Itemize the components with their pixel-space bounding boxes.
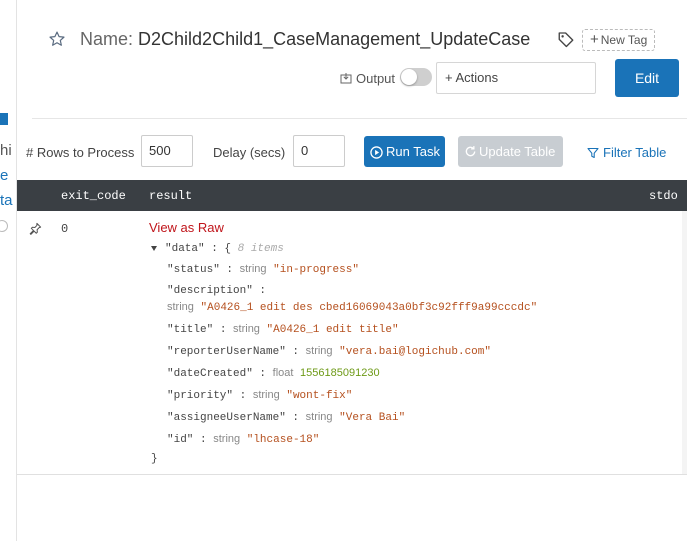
task-name: Name: D2Child2Child1_CaseManagement_Upda… <box>80 29 530 50</box>
column-header-exit-code[interactable]: exit_code <box>61 189 126 203</box>
json-type: string <box>233 323 260 335</box>
actions-dropdown[interactable]: + Actions <box>436 62 596 94</box>
rows-label: # Rows to Process <box>26 145 135 160</box>
toggle-knob <box>401 69 417 85</box>
caret-down-icon[interactable] <box>151 246 157 251</box>
json-key: "status" <box>167 264 220 276</box>
json-key: "dateCreated" <box>167 368 253 380</box>
json-type: string <box>252 389 280 401</box>
output-label: Output <box>356 70 396 86</box>
json-field-continuation: string "A0426_1 edit des cbed16069043a0b… <box>167 301 537 314</box>
filter-table-label: Filter Table <box>603 145 667 160</box>
name-label: Name: <box>80 29 134 49</box>
json-close-brace: } <box>151 453 158 465</box>
new-tag-button[interactable]: + New Tag <box>582 29 656 51</box>
play-icon <box>370 146 383 159</box>
left-nav-strip: hi e ta <box>0 0 17 541</box>
output-control: Output <box>340 68 395 88</box>
scrollbar[interactable] <box>682 211 687 474</box>
json-type: string <box>239 263 267 275</box>
view-as-raw-link[interactable]: View as Raw <box>149 220 224 235</box>
json-value: "vera.bai@logichub.com" <box>339 346 491 358</box>
radio-icon[interactable] <box>0 220 8 232</box>
filter-icon <box>587 147 599 159</box>
delay-input[interactable]: 0 <box>293 135 345 167</box>
tag-icon <box>558 32 574 48</box>
json-value: "lhcase-18" <box>246 434 320 446</box>
star-icon[interactable] <box>48 30 66 48</box>
column-header-stdout[interactable]: stdo <box>649 189 678 203</box>
pin-icon[interactable] <box>29 222 42 235</box>
download-icon <box>340 73 352 84</box>
json-value: "A0426_1 edit des cbed16069043a0bf3c92ff… <box>200 302 538 314</box>
rows-input[interactable]: 500 <box>141 135 193 167</box>
output-toggle[interactable] <box>400 68 432 86</box>
run-task-button[interactable]: Run Task <box>364 136 445 167</box>
exit-code-cell: 0 <box>61 222 69 236</box>
run-task-label: Run Task <box>386 144 440 159</box>
json-value: "wont-fix" <box>286 390 353 402</box>
nav-fragment[interactable]: e <box>0 167 8 184</box>
new-tag-label: New Tag <box>600 33 648 47</box>
json-type: string <box>305 345 333 357</box>
plus-icon: + <box>590 31 599 48</box>
json-field: "status" : string "in-progress" <box>167 263 359 276</box>
update-table-button[interactable]: Update Table <box>458 136 563 167</box>
json-field: "dateCreated" : float 1556185091230 <box>167 367 380 380</box>
row-divider <box>17 474 687 475</box>
json-key: "id" <box>167 434 194 446</box>
column-header-result[interactable]: result <box>149 189 192 203</box>
json-item-count: 8 items <box>237 243 284 255</box>
json-type: string <box>167 301 194 313</box>
json-field: "priority" : string "wont-fix" <box>167 389 353 402</box>
json-type: string <box>305 411 333 423</box>
json-field: "id" : string "lhcase-18" <box>167 433 320 446</box>
json-value: "Vera Bai" <box>339 412 406 424</box>
nav-fragment[interactable]: ta <box>0 192 13 209</box>
json-field: "reporterUserName" : string "vera.bai@lo… <box>167 345 491 358</box>
json-key: "data" <box>165 243 205 255</box>
json-value: "in-progress" <box>273 264 359 276</box>
json-field: "title" : string "A0426_1 edit title" <box>167 323 399 336</box>
update-table-label: Update Table <box>479 144 556 159</box>
json-value: "A0426_1 edit title" <box>266 324 399 336</box>
selected-indicator <box>0 113 8 125</box>
name-value[interactable]: D2Child2Child1_CaseManagement_UpdateCase <box>138 29 530 49</box>
refresh-icon <box>465 146 476 157</box>
json-value: 1556185091230 <box>300 367 380 379</box>
table-header: exit_code result stdo <box>17 180 687 211</box>
json-key: "reporterUserName" <box>167 346 286 358</box>
delay-label: Delay (secs) <box>213 145 286 160</box>
nav-fragment[interactable]: hi <box>0 142 12 159</box>
json-key: "priority" <box>167 390 234 402</box>
json-field: "assigneeUserName" : string "Vera Bai" <box>167 411 406 424</box>
divider <box>32 118 687 119</box>
json-type: float <box>272 367 294 379</box>
json-key: "description" <box>167 285 253 297</box>
json-key: "assigneeUserName" <box>167 412 286 424</box>
json-field: "description" : <box>167 285 267 297</box>
json-key: "title" <box>167 324 214 336</box>
json-root-line: "data" : { 8 items <box>165 243 284 255</box>
filter-table-link[interactable]: Filter Table <box>587 145 666 160</box>
json-type: string <box>213 433 241 445</box>
edit-button[interactable]: Edit <box>615 59 679 97</box>
